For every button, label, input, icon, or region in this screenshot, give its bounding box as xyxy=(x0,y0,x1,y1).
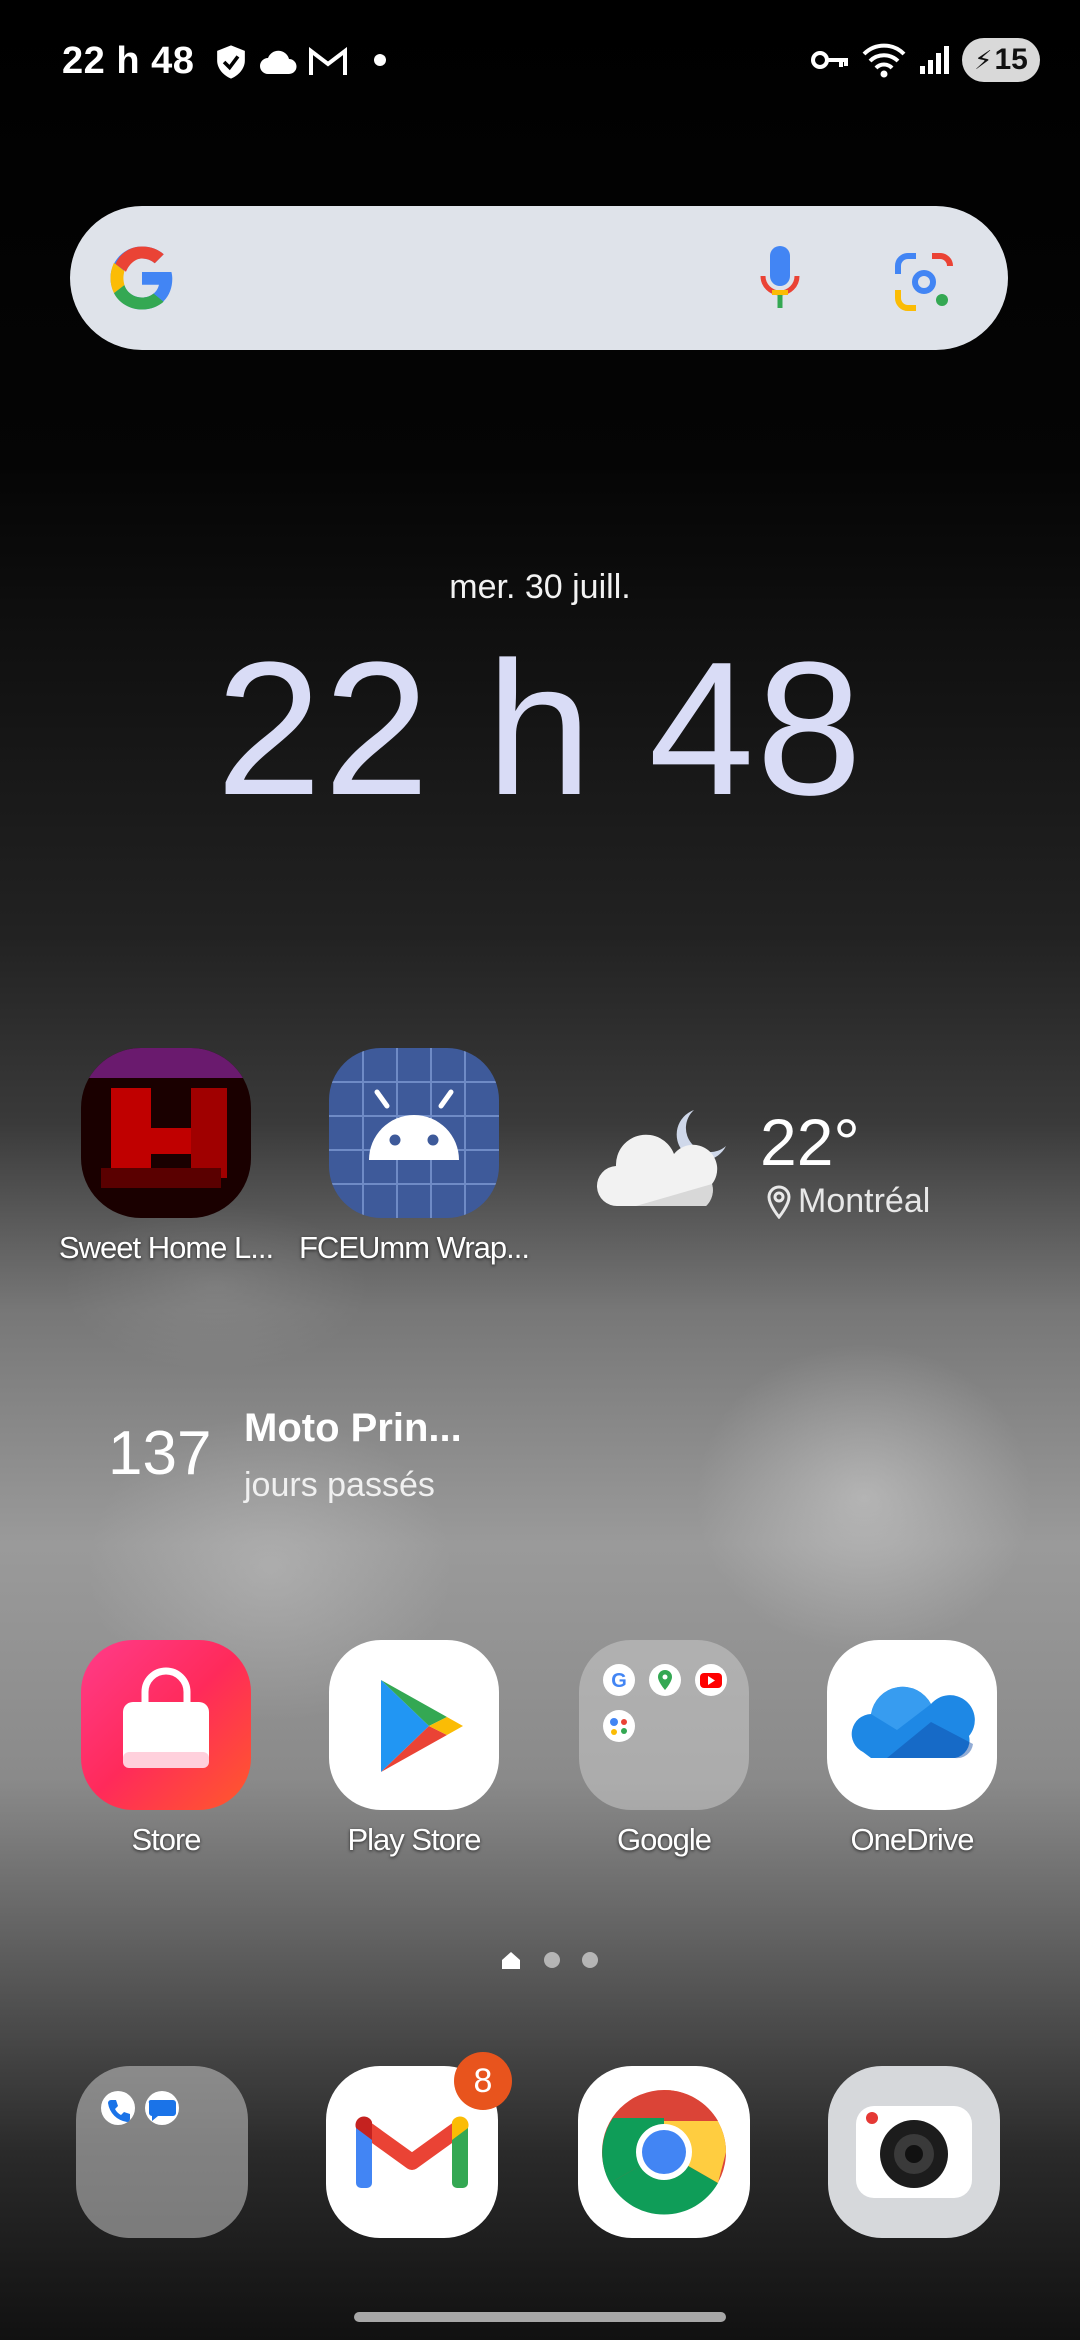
signal-icon xyxy=(920,46,949,74)
chrome-icon xyxy=(602,2089,726,2215)
camera-icon xyxy=(856,2106,972,2198)
sweet-home-app-icon xyxy=(81,1048,251,1218)
play-store-icon xyxy=(329,1640,499,1810)
wifi-icon xyxy=(862,43,906,78)
phone-messages-folder-icon xyxy=(101,2091,179,2125)
status-bar: 22 h 48 ⚡ 15 xyxy=(0,0,1080,130)
app-onedrive[interactable]: OneDrive xyxy=(822,1640,1002,1858)
app-gmail[interactable]: 8 xyxy=(326,2052,512,2238)
app-label: Play Store xyxy=(347,1822,481,1857)
page-indicator[interactable] xyxy=(500,1950,598,1970)
system-icons: ⚡ 15 xyxy=(810,38,1040,82)
page-dot xyxy=(544,1952,560,1968)
weather-temperature[interactable]: 22° xyxy=(760,1104,860,1180)
gesture-nav-handle[interactable] xyxy=(354,2312,726,2322)
home-page-indicator-icon xyxy=(502,1952,520,1969)
app-store[interactable]: Store xyxy=(76,1640,256,1858)
battery-level: 15 xyxy=(994,43,1028,76)
page-dot xyxy=(582,1952,598,1968)
app-label: Store xyxy=(131,1822,201,1857)
google-lens-icon[interactable] xyxy=(894,252,954,312)
folder-phone-messages[interactable] xyxy=(76,2066,248,2238)
status-time: 22 h 48 xyxy=(62,40,195,82)
app-fceumm-wrapper[interactable]: FCEUmm Wrap... xyxy=(299,1048,530,1266)
location-pin-icon xyxy=(767,1185,791,1219)
microphone-icon[interactable] xyxy=(758,244,802,314)
app-camera[interactable] xyxy=(828,2066,1000,2238)
app-chrome[interactable] xyxy=(578,2066,750,2238)
weather-location-label: Montréal xyxy=(798,1182,931,1220)
countdown-subtitle: jours passés xyxy=(244,1466,435,1504)
notification-badge: 8 xyxy=(454,2052,512,2110)
gmail-m-icon xyxy=(309,47,347,75)
weather-location[interactable]: Montréal xyxy=(766,1182,930,1221)
onedrive-cloud-icon xyxy=(827,1640,997,1810)
more-notifications-dot-icon xyxy=(374,54,386,66)
weather-cloud-moon-icon[interactable] xyxy=(596,1104,736,1214)
app-label: Sweet Home L... xyxy=(58,1230,274,1265)
cloud-icon xyxy=(260,50,297,74)
app-label: Google xyxy=(617,1822,712,1857)
app-sweet-home[interactable]: Sweet Home L... xyxy=(59,1048,274,1266)
android-app-icon xyxy=(329,1048,499,1218)
google-g-icon[interactable] xyxy=(106,242,178,314)
vpn-key-icon xyxy=(811,51,848,69)
shield-check-icon xyxy=(217,45,245,79)
google-search-bar[interactable] xyxy=(70,206,1008,350)
app-play-store[interactable]: Play Store xyxy=(324,1640,504,1858)
clock-time[interactable]: 22 h 48 xyxy=(0,620,1080,838)
store-bag-icon xyxy=(81,1640,251,1810)
countdown-number[interactable]: 137 xyxy=(108,1418,211,1489)
folder-google[interactable]: G Google xyxy=(574,1640,754,1858)
notification-icons xyxy=(214,44,348,80)
svg-text:G: G xyxy=(611,1670,627,1692)
battery-icon: ⚡ 15 xyxy=(962,38,1040,82)
google-folder-icon: G xyxy=(579,1640,749,1810)
app-label: OneDrive xyxy=(850,1822,975,1857)
date-label[interactable]: mer. 30 juill. xyxy=(0,568,1080,607)
app-label: FCEUmm Wrap... xyxy=(299,1230,530,1265)
countdown-title[interactable]: Moto Prin... xyxy=(244,1406,462,1451)
